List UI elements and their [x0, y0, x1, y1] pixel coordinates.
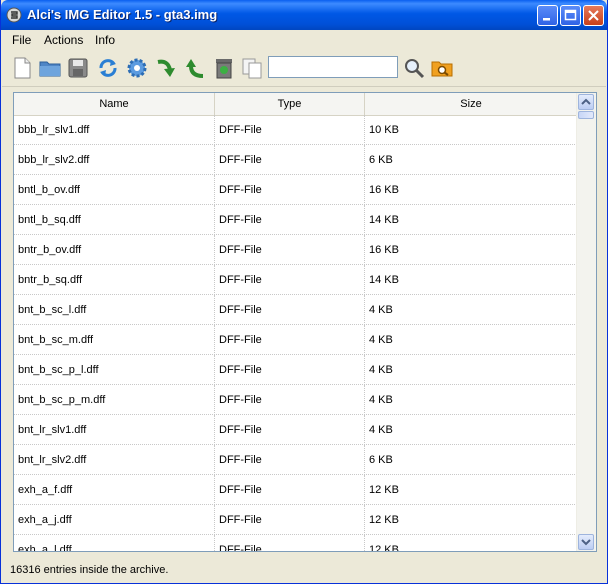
table-row[interactable]: bntr_b_ov.dff DFF-File 16 KB: [14, 235, 577, 265]
cell-type: DFF-File: [215, 115, 365, 145]
table-row[interactable]: bnt_b_sc_p_l.dff DFF-File 4 KB: [14, 355, 577, 385]
cell-size: 4 KB: [369, 304, 393, 316]
open-folder-icon[interactable]: [38, 56, 62, 80]
scroll-down-button[interactable]: [578, 534, 594, 550]
import-arrow-icon[interactable]: [154, 56, 178, 80]
cell-size: 14 KB: [369, 214, 399, 226]
cell-size: 14 KB: [369, 274, 399, 286]
column-header-size[interactable]: Size: [365, 93, 577, 115]
cell-size: 12 KB: [369, 514, 399, 526]
table-row[interactable]: exh_a_l.dff DFF-File 12 KB: [14, 535, 577, 552]
cell-name: bnt_b_sc_p_l.dff: [14, 355, 215, 385]
cell-name: bnt_lr_slv1.dff: [14, 415, 215, 445]
cell-size: 12 KB: [369, 544, 399, 552]
cell-name: exh_a_l.dff: [14, 535, 215, 551]
cell-size: 12 KB: [369, 484, 399, 496]
folder-search-icon[interactable]: [430, 56, 454, 80]
toolbar: [2, 50, 606, 87]
menu-info[interactable]: Info: [95, 33, 115, 47]
save-icon[interactable]: [66, 56, 90, 80]
table-row[interactable]: exh_a_j.dff DFF-File 12 KB: [14, 505, 577, 535]
cell-type: DFF-File: [215, 535, 365, 551]
table-row[interactable]: bbb_lr_slv2.dff DFF-File 6 KB: [14, 145, 577, 175]
table-row[interactable]: bnt_b_sc_p_m.dff DFF-File 4 KB: [14, 385, 577, 415]
table-row[interactable]: bntl_b_ov.dff DFF-File 16 KB: [14, 175, 577, 205]
cell-type: DFF-File: [215, 385, 365, 415]
cell-name: bnt_b_sc_l.dff: [14, 295, 215, 325]
cell-type: DFF-File: [215, 505, 365, 535]
cell-type: DFF-File: [215, 235, 365, 265]
vertical-scrollbar[interactable]: [576, 93, 596, 551]
cell-name: exh_a_f.dff: [14, 475, 215, 505]
cell-type: DFF-File: [215, 445, 365, 475]
cell-name: bntr_b_ov.dff: [14, 235, 215, 265]
search-icon[interactable]: [402, 56, 426, 80]
cell-size: 4 KB: [369, 394, 393, 406]
table-row[interactable]: bbb_lr_slv1.dff DFF-File 10 KB: [14, 115, 577, 145]
cell-type: DFF-File: [215, 325, 365, 355]
title-bar[interactable]: Alci's IMG Editor 1.5 - gta3.img: [1, 0, 607, 30]
app-window: Alci's IMG Editor 1.5 - gta3.img File Ac…: [0, 0, 608, 584]
window-title: Alci's IMG Editor 1.5 - gta3.img: [27, 7, 218, 22]
cell-type: DFF-File: [215, 175, 365, 205]
close-button[interactable]: [583, 5, 604, 26]
cell-size: 10 KB: [369, 124, 399, 136]
search-input[interactable]: [268, 56, 398, 78]
cell-size: 16 KB: [369, 244, 399, 256]
menu-file[interactable]: File: [12, 33, 31, 47]
cell-size: 16 KB: [369, 184, 399, 196]
scroll-up-button[interactable]: [578, 94, 594, 110]
cell-type: DFF-File: [215, 295, 365, 325]
cell-type: DFF-File: [215, 355, 365, 385]
table-row[interactable]: bntr_b_sq.dff DFF-File 14 KB: [14, 265, 577, 295]
app-icon: [6, 7, 22, 23]
cell-name: bbb_lr_slv2.dff: [14, 145, 215, 175]
cell-type: DFF-File: [215, 475, 365, 505]
table-row[interactable]: bntl_b_sq.dff DFF-File 14 KB: [14, 205, 577, 235]
cell-name: bntl_b_ov.dff: [14, 175, 215, 205]
cell-name: bnt_b_sc_m.dff: [14, 325, 215, 355]
list-rows: bbb_lr_slv1.dff DFF-File 10 KB bbb_lr_slv2.…: [14, 115, 577, 552]
cell-name: exh_a_j.dff: [14, 505, 215, 535]
column-header-type[interactable]: Type: [215, 93, 365, 115]
cell-type: DFF-File: [215, 205, 365, 235]
menu-bar: File Actions Info: [2, 30, 606, 50]
cell-size: 4 KB: [369, 424, 393, 436]
cell-type: DFF-File: [215, 265, 365, 295]
column-header-name[interactable]: Name: [14, 93, 215, 115]
list-header: Name Type Size: [14, 93, 577, 116]
cell-name: bnt_lr_slv2.dff: [14, 445, 215, 475]
table-row[interactable]: bnt_lr_slv2.dff DFF-File 6 KB: [14, 445, 577, 475]
cell-name: bnt_b_sc_p_m.dff: [14, 385, 215, 415]
minimize-button[interactable]: [537, 5, 558, 26]
cell-type: DFF-File: [215, 145, 365, 175]
scroll-thumb[interactable]: [578, 111, 594, 119]
menu-actions[interactable]: Actions: [44, 33, 83, 47]
cell-name: bbb_lr_slv1.dff: [14, 115, 215, 145]
recycle-bin-icon[interactable]: [212, 56, 236, 80]
table-row[interactable]: bnt_b_sc_m.dff DFF-File 4 KB: [14, 325, 577, 355]
cell-size: 6 KB: [369, 454, 393, 466]
cell-size: 4 KB: [369, 334, 393, 346]
status-text: 16316 entries inside the archive.: [10, 564, 169, 576]
file-list[interactable]: Name Type Size bbb_lr_slv1.dff DFF-File 10…: [13, 92, 597, 552]
cell-type: DFF-File: [215, 415, 365, 445]
table-row[interactable]: bnt_lr_slv1.dff DFF-File 4 KB: [14, 415, 577, 445]
export-arrow-icon[interactable]: [183, 56, 207, 80]
table-row[interactable]: bnt_b_sc_l.dff DFF-File 4 KB: [14, 295, 577, 325]
cell-size: 4 KB: [369, 364, 393, 376]
new-file-icon[interactable]: [10, 56, 34, 80]
cell-name: bntr_b_sq.dff: [14, 265, 215, 295]
cell-name: bntl_b_sq.dff: [14, 205, 215, 235]
maximize-button[interactable]: [560, 5, 581, 26]
refresh-icon[interactable]: [96, 56, 120, 80]
copy-icon[interactable]: [240, 56, 264, 80]
cell-size: 6 KB: [369, 154, 393, 166]
settings-gear-icon[interactable]: [125, 56, 149, 80]
table-row[interactable]: exh_a_f.dff DFF-File 12 KB: [14, 475, 577, 505]
status-bar: 16316 entries inside the archive.: [2, 560, 606, 582]
